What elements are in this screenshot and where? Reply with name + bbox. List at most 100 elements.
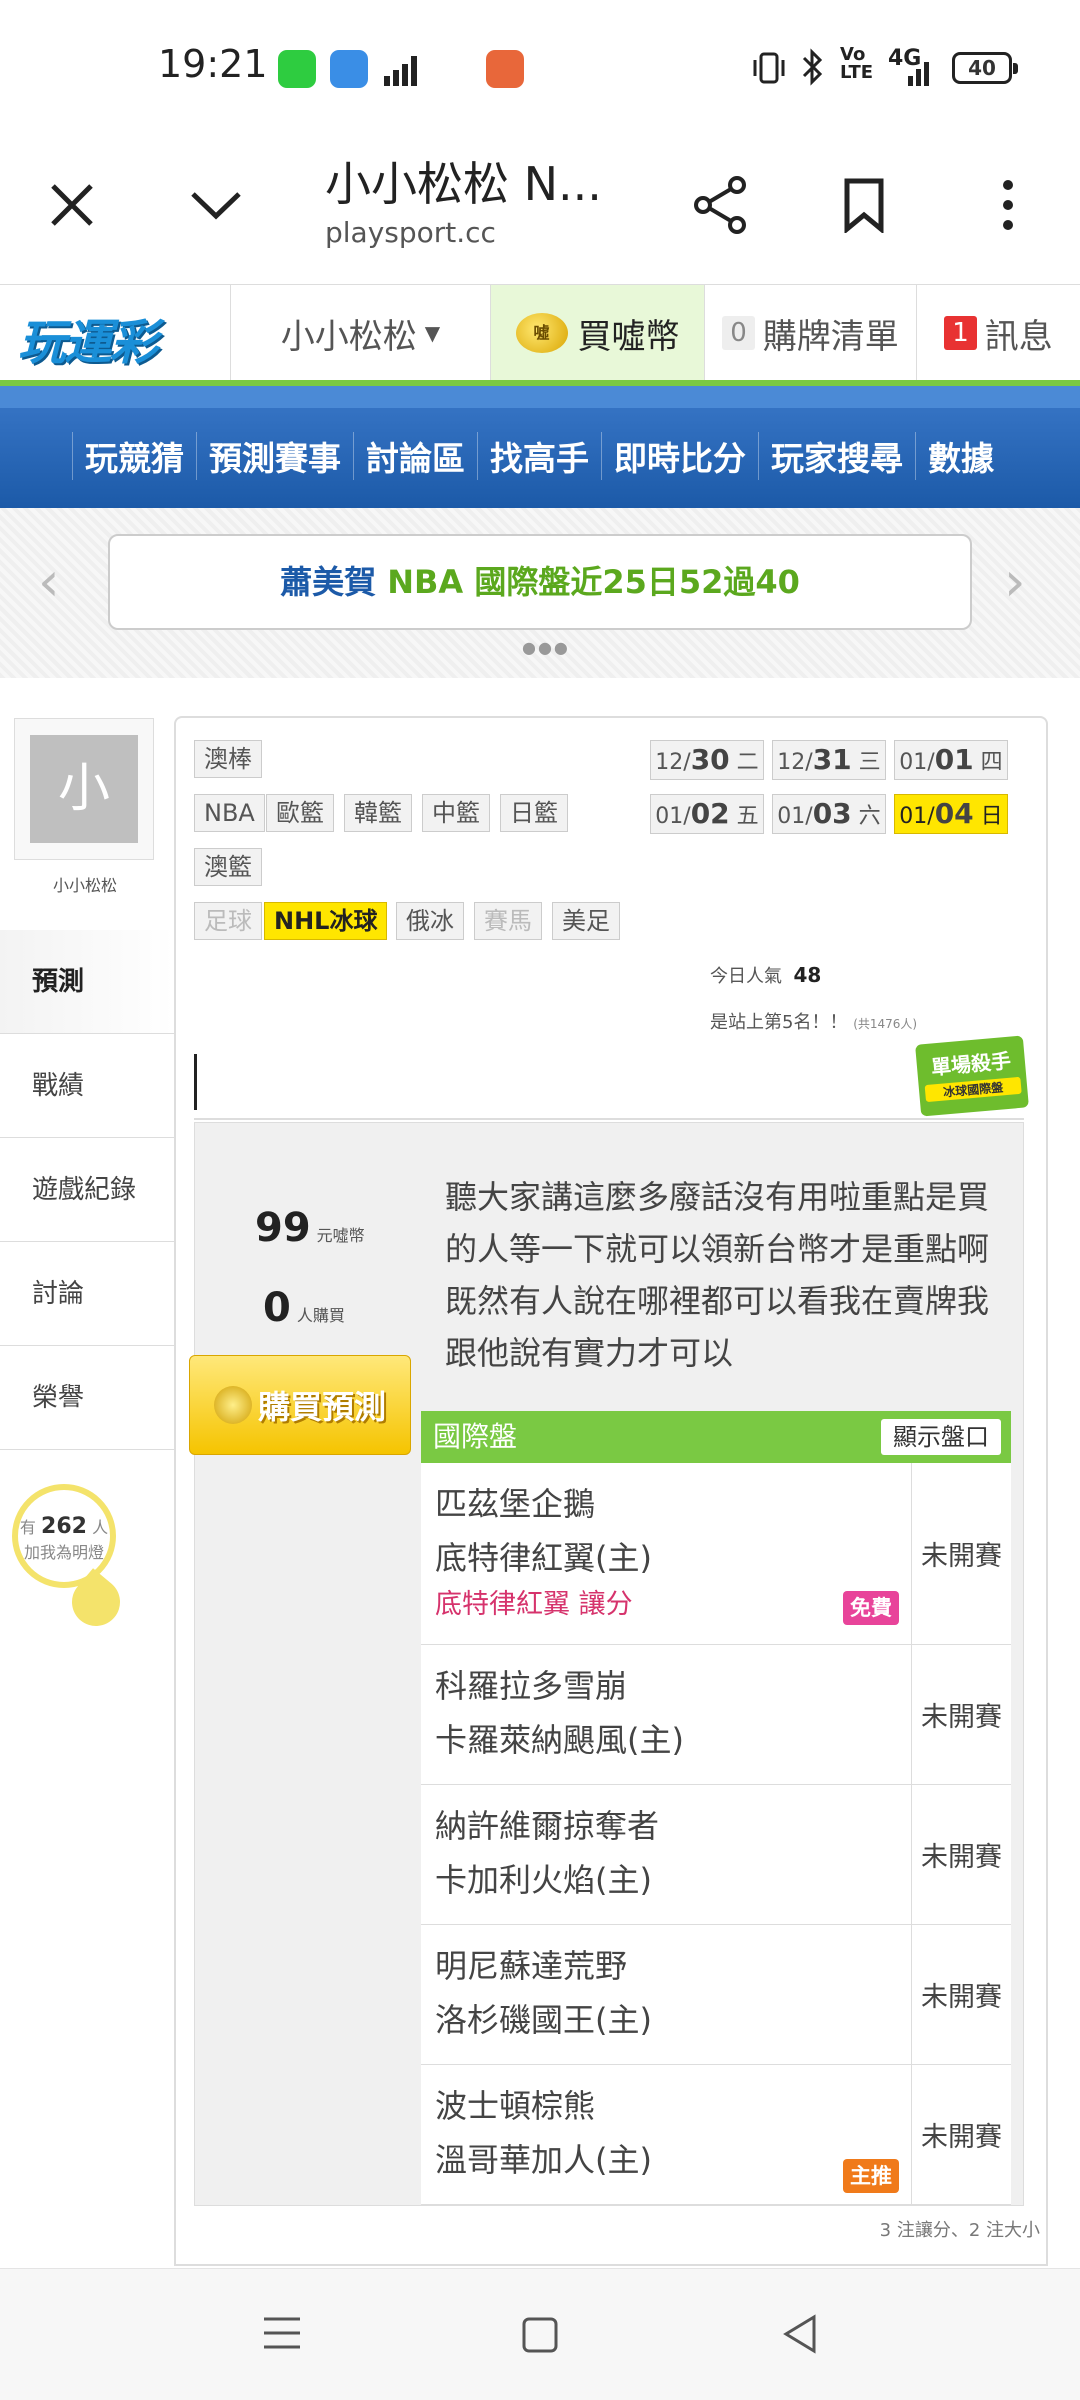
app-notification-icon bbox=[330, 50, 368, 88]
buyers-unit: 人購買 bbox=[296, 1306, 345, 1325]
tab-honors[interactable]: 榮譽 bbox=[0, 1346, 174, 1450]
date-day: 04 bbox=[934, 797, 974, 830]
status-time: 19:21 bbox=[158, 42, 268, 86]
nav-item-stats[interactable]: 數據 bbox=[915, 432, 1006, 480]
bookmark-icon[interactable] bbox=[824, 165, 904, 245]
nav-item-predict-events[interactable]: 預測賽事 bbox=[196, 432, 353, 480]
game-status: 未開賽 bbox=[911, 1785, 1011, 1924]
badge-title: 單場殺手 bbox=[930, 1048, 1012, 1080]
avatar[interactable]: 小 bbox=[14, 718, 154, 860]
league-chip-nfl[interactable]: 美足 bbox=[552, 902, 620, 940]
status-bar: 19:21 Vo LTE 4G 40 bbox=[0, 0, 1080, 130]
league-chip-nbl[interactable]: 澳籃 bbox=[194, 848, 262, 886]
browser-toolbar: 小小松松 N... playsport.cc bbox=[0, 130, 1080, 280]
page-url: playsport.cc bbox=[325, 216, 496, 249]
chevron-down-icon[interactable] bbox=[176, 165, 256, 245]
show-lines-button[interactable]: 顯示盤口 bbox=[881, 1419, 1001, 1455]
home-team: 溫哥華加人(主) bbox=[435, 2141, 652, 2179]
user-menu-label: 小小松松 bbox=[280, 316, 417, 357]
tab-predictions[interactable]: 預測 bbox=[0, 930, 174, 1034]
league-chip-sbl[interactable]: 中籃 bbox=[422, 794, 490, 832]
date-chip[interactable]: 12/30 二 bbox=[650, 740, 764, 780]
main-nav: 玩競猜 預測賽事 討論區 找高手 即時比分 玩家搜尋 數據 bbox=[0, 386, 1080, 508]
league-chip-horse-racing[interactable]: 賽馬 bbox=[474, 902, 542, 940]
battery-icon: 40 bbox=[952, 52, 1018, 84]
signal-bars-icon bbox=[382, 52, 422, 90]
banner-name: 蕭美賀 bbox=[280, 563, 377, 601]
league-chip-aus-baseball[interactable]: 澳棒 bbox=[194, 740, 262, 778]
tab-record[interactable]: 戰績 bbox=[0, 1034, 174, 1138]
system-nav-bar bbox=[0, 2268, 1080, 2400]
league-chip-bleague[interactable]: 日籃 bbox=[500, 794, 568, 832]
league-chip-euro-basketball[interactable]: 歐籃 bbox=[266, 794, 334, 832]
rank-text: 是站上第5名！！ bbox=[710, 1012, 848, 1033]
picks-summary: 3 注讓分、2 注大小 bbox=[879, 2220, 1040, 2241]
price-unit: 元噓幣 bbox=[316, 1226, 365, 1245]
nav-item-player-search[interactable]: 玩家搜尋 bbox=[758, 432, 915, 480]
content-header bbox=[194, 1048, 1024, 1120]
home-icon[interactable] bbox=[520, 2315, 560, 2359]
cart-label: 購牌清單 bbox=[762, 316, 899, 357]
tab-discussion[interactable]: 討論 bbox=[0, 1242, 174, 1346]
follow-lamp-button[interactable]: 有 262 人 加我為明燈 bbox=[12, 1484, 116, 1588]
date-md: 01/ bbox=[655, 804, 691, 829]
league-chip-khl[interactable]: 俄冰 bbox=[396, 902, 464, 940]
date-chip[interactable]: 01/01 四 bbox=[894, 740, 1008, 780]
coin-icon: 噓 bbox=[515, 313, 568, 353]
vibrate-icon bbox=[752, 50, 786, 90]
banner-link[interactable]: 蕭美賀 NBA 國際盤近25日52過40 bbox=[108, 534, 972, 630]
nav-item-predict-game[interactable]: 玩競猜 bbox=[72, 432, 196, 480]
pick-row: 納許維爾掠奪者 卡加利火焰(主) 未開賽 bbox=[421, 1785, 1011, 1925]
profile-name: 小小松松 bbox=[52, 876, 117, 895]
user-menu[interactable]: 小小松松 ▼ bbox=[230, 285, 490, 381]
nav-item-find-experts[interactable]: 找高手 bbox=[477, 432, 601, 480]
pick-selection: 底特律紅翼 讓分 bbox=[435, 1589, 633, 1620]
date-md: 12/ bbox=[777, 750, 813, 775]
more-options-icon[interactable] bbox=[968, 165, 1048, 245]
site-logo[interactable]: 玩運彩 bbox=[18, 303, 158, 373]
back-icon[interactable] bbox=[780, 2313, 820, 2359]
popularity-label: 今日人氣 bbox=[710, 966, 782, 987]
price-value: 99 bbox=[255, 1205, 311, 1251]
league-chip-kbl[interactable]: 韓籃 bbox=[344, 794, 412, 832]
game-status: 未開賽 bbox=[911, 2065, 1011, 2204]
site-header: 玩運彩 小小松松 ▼ 噓 買噓幣 0 購牌清單 1 訊息 bbox=[0, 284, 1080, 381]
date-day: 03 bbox=[812, 797, 852, 830]
chevron-left-icon[interactable]: ‹ bbox=[38, 550, 60, 613]
league-chip-nba[interactable]: NBA bbox=[194, 794, 265, 832]
chevron-right-icon[interactable]: › bbox=[1004, 550, 1026, 613]
price: 99 元噓幣 bbox=[255, 1205, 365, 1251]
buyers-value: 0 bbox=[263, 1285, 291, 1331]
date-weekday: 四 bbox=[980, 750, 1003, 775]
close-icon[interactable] bbox=[32, 165, 112, 245]
league-chip-soccer[interactable]: 足球 bbox=[194, 902, 262, 940]
date-weekday: 日 bbox=[980, 804, 1003, 829]
prediction-panel: 澳棒 NBA 歐籃 韓籃 中籃 日籃 澳籃 足球 NHL冰球 俄冰 賽馬 美足 … bbox=[174, 716, 1048, 2266]
buy-coins-button[interactable]: 噓 買噓幣 bbox=[490, 285, 704, 381]
nav-items: 玩競猜 預測賽事 討論區 找高手 即時比分 玩家搜尋 數據 bbox=[72, 432, 1006, 480]
date-chip-selected[interactable]: 01/04 日 bbox=[894, 794, 1008, 834]
avatar-char: 小 bbox=[30, 735, 138, 843]
message-count: 1 bbox=[944, 316, 977, 350]
coin-icon bbox=[213, 1386, 252, 1424]
nav-item-forum[interactable]: 討論區 bbox=[353, 432, 477, 480]
game-status: 未開賽 bbox=[911, 1463, 1011, 1644]
cart-button[interactable]: 0 購牌清單 bbox=[704, 285, 916, 381]
menu-icon[interactable] bbox=[262, 2315, 302, 2355]
pick-row: 科羅拉多雪崩 卡羅萊納颶風(主) 未開賽 bbox=[421, 1645, 1011, 1785]
date-chip[interactable]: 01/03 六 bbox=[772, 794, 886, 834]
buy-prediction-button[interactable]: 購買預測 bbox=[189, 1355, 411, 1455]
tab-game-history[interactable]: 遊戲紀錄 bbox=[0, 1138, 174, 1242]
share-icon[interactable] bbox=[680, 165, 760, 245]
messages-button[interactable]: 1 訊息 bbox=[916, 285, 1080, 381]
away-team: 波士頓棕熊 bbox=[435, 2087, 596, 2125]
date-chip[interactable]: 01/02 五 bbox=[650, 794, 764, 834]
nav-item-live-scores[interactable]: 即時比分 bbox=[601, 432, 758, 480]
banner-text: 國際盤近25日52過40 bbox=[474, 563, 800, 601]
date-chip[interactable]: 12/31 三 bbox=[772, 740, 886, 780]
volte-icon: Vo LTE bbox=[840, 44, 874, 83]
picks-header: 國際盤 顯示盤口 bbox=[421, 1411, 1011, 1463]
league-chip-nhl[interactable]: NHL冰球 bbox=[264, 902, 388, 940]
home-team: 底特律紅翼(主) bbox=[435, 1539, 652, 1577]
pick-row: 匹茲堡企鵝 底特律紅翼(主) 底特律紅翼 讓分 免費 未開賽 bbox=[421, 1463, 1011, 1645]
